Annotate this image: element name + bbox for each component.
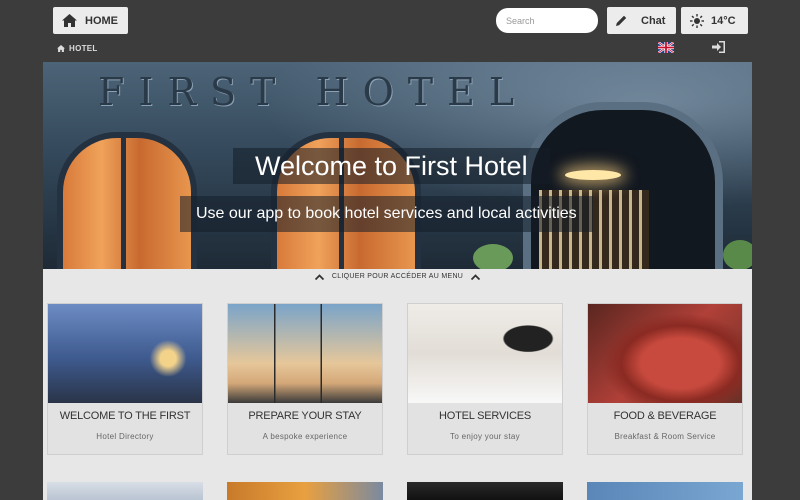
- hotel-sign: FIRST HOTEL: [98, 70, 529, 114]
- chevron-up-icon: [314, 273, 324, 280]
- card-image-partial[interactable]: [407, 482, 563, 500]
- card-image-partial[interactable]: [227, 482, 383, 500]
- card-image-paris-street: [48, 304, 202, 403]
- card-subtitle: To enjoy your stay: [450, 432, 520, 441]
- card-title: HOTEL SERVICES: [439, 410, 531, 422]
- hero-plant: [723, 240, 752, 269]
- card-food-beverage[interactable]: FOOD & BEVERAGE Breakfast & Room Service: [587, 303, 743, 455]
- breadcrumb-label: HOTEL: [69, 44, 98, 53]
- home-icon: [57, 45, 65, 52]
- card-title: FOOD & BEVERAGE: [613, 410, 717, 422]
- weather-temperature: 14°C: [711, 14, 736, 27]
- hero-plant: [473, 244, 513, 269]
- card-subtitle: Hotel Directory: [96, 432, 154, 441]
- hero-lamp: [565, 170, 621, 180]
- card-image-partial[interactable]: [587, 482, 743, 500]
- menu-toggle[interactable]: CLIQUER POUR ACCÉDER AU MENU: [43, 273, 752, 280]
- chevron-up-icon: [471, 273, 481, 280]
- login-icon[interactable]: [712, 41, 725, 53]
- card-image-partial[interactable]: [47, 482, 203, 500]
- pencil-icon: [616, 15, 627, 26]
- card-subtitle: Breakfast & Room Service: [614, 432, 716, 441]
- uk-flag-icon[interactable]: [658, 42, 674, 53]
- card-title: WELCOME TO THE FIRST: [59, 410, 191, 422]
- home-icon: [62, 14, 77, 27]
- search-input[interactable]: [496, 8, 598, 33]
- menu-panel: CLIQUER POUR ACCÉDER AU MENU WELCOME TO …: [43, 269, 752, 500]
- chat-label: Chat: [641, 14, 666, 27]
- weather-button[interactable]: 14°C: [681, 7, 748, 34]
- home-button[interactable]: HOME: [53, 7, 128, 34]
- breadcrumb[interactable]: HOTEL: [57, 44, 98, 53]
- hero-banner: FIRST HOTEL Welcome to First Hotel Use o…: [43, 62, 752, 269]
- card-image-ham-platter: [588, 304, 742, 403]
- card-title: PREPARE YOUR STAY: [248, 410, 362, 422]
- home-label: HOME: [85, 14, 118, 27]
- card-prepare-stay[interactable]: PREPARE YOUR STAY A bespoke experience: [227, 303, 383, 455]
- hero-subtitle: Use our app to book hotel services and l…: [180, 196, 593, 232]
- hero-window: [57, 132, 197, 269]
- card-welcome[interactable]: WELCOME TO THE FIRST Hotel Directory: [47, 303, 203, 455]
- menu-toggle-label: CLIQUER POUR ACCÉDER AU MENU: [331, 273, 464, 280]
- card-image-airport: [228, 304, 382, 403]
- sun-icon: [690, 13, 704, 28]
- chat-button[interactable]: Chat: [607, 7, 676, 34]
- hero-title: Welcome to First Hotel: [233, 148, 550, 184]
- card-subtitle: A bespoke experience: [262, 432, 348, 441]
- card-image-housekeeping: [408, 304, 562, 403]
- card-hotel-services[interactable]: HOTEL SERVICES To enjoy your stay: [407, 303, 563, 455]
